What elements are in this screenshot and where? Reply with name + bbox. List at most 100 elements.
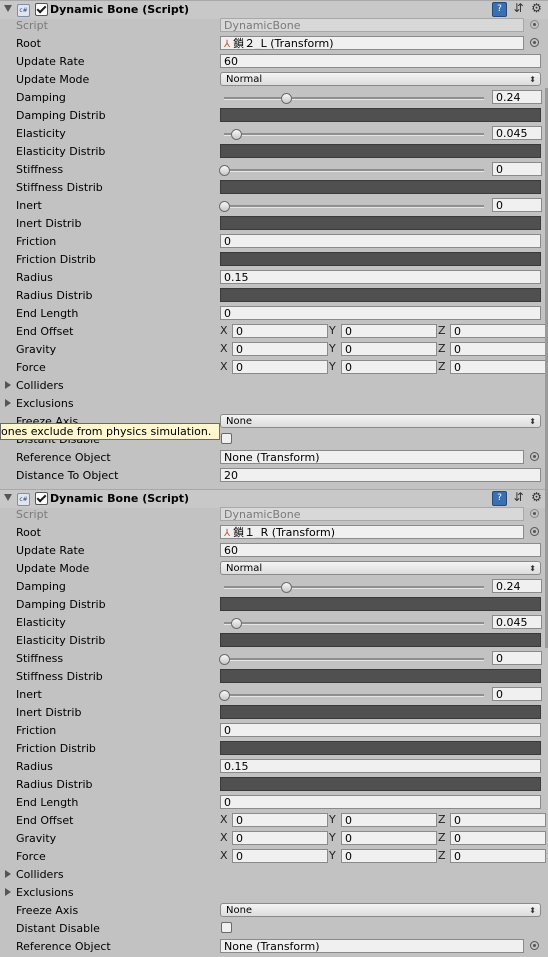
damping-value[interactable]: 0.24: [492, 579, 542, 593]
damping-distrib-row: Damping Distrib: [0, 107, 548, 125]
inert-distrib-curve[interactable]: [220, 216, 541, 230]
distance-to-object-field[interactable]: 20: [220, 468, 541, 482]
slider-thumb[interactable]: [281, 582, 293, 593]
stiffness-value[interactable]: 0: [492, 651, 542, 665]
radius-distrib-curve[interactable]: [220, 777, 541, 791]
inert-slider[interactable]: [219, 197, 486, 215]
exclusions-foldout[interactable]: Exclusions: [5, 397, 74, 410]
update-mode-dropdown[interactable]: Normal ⬍: [220, 72, 541, 86]
elasticity-distrib-curve[interactable]: [220, 633, 541, 647]
preset-icon[interactable]: ⇵: [512, 491, 525, 504]
elasticity-slider[interactable]: [222, 125, 486, 143]
x-value: 0: [232, 324, 328, 338]
transform-icon: ⅄: [224, 39, 231, 50]
elasticity-slider[interactable]: [222, 614, 486, 632]
damping-slider[interactable]: [222, 89, 486, 107]
z-axis-label: Z: [438, 360, 446, 373]
distant-disable-checkbox[interactable]: [221, 433, 232, 444]
elasticity-value[interactable]: 0.045: [492, 615, 542, 629]
reference-object-row: Reference Object None (Transform): [0, 449, 548, 467]
reference-object-field[interactable]: None (Transform): [220, 450, 524, 464]
object-picker-icon[interactable]: [530, 452, 539, 461]
damping-value[interactable]: 0.24: [492, 90, 542, 104]
elasticity-distrib-curve[interactable]: [220, 144, 541, 158]
reference-object-row: Reference Object None (Transform): [0, 938, 548, 956]
help-book-icon[interactable]: ?: [492, 2, 507, 17]
stiffness-slider[interactable]: [219, 650, 486, 668]
help-book-icon[interactable]: ?: [492, 491, 507, 506]
inert-value[interactable]: 0: [492, 687, 542, 701]
slider-thumb[interactable]: [230, 129, 242, 140]
slider-thumb[interactable]: [219, 690, 230, 701]
slider-thumb[interactable]: [219, 165, 230, 176]
inert-row: Inert 0: [0, 197, 548, 215]
freeze-axis-dropdown[interactable]: None ⬍: [220, 903, 541, 917]
script-value: DynamicBone: [224, 508, 301, 521]
exclusions-row[interactable]: Exclusions: [0, 395, 548, 413]
exclusions-row[interactable]: Exclusions: [0, 884, 548, 902]
z-value: 0: [450, 831, 546, 845]
inert-label: Inert: [16, 688, 42, 701]
end-length-field[interactable]: 0: [220, 306, 541, 320]
slider-thumb[interactable]: [281, 93, 293, 104]
colliders-row[interactable]: Colliders: [0, 866, 548, 884]
enabled-checkbox[interactable]: [35, 492, 48, 505]
update-rate-field[interactable]: 60: [220, 54, 541, 68]
friction-field[interactable]: 0: [220, 234, 541, 248]
damping-distrib-curve[interactable]: [220, 597, 541, 611]
radius-field[interactable]: 0.15: [220, 759, 541, 773]
z-axis-label: Z: [438, 831, 446, 844]
foldout-arrow-icon[interactable]: [4, 5, 12, 12]
root-field[interactable]: ⅄ 鎖２_L (Transform): [220, 36, 524, 50]
damping-distrib-curve[interactable]: [220, 108, 541, 122]
script-field: DynamicBone: [220, 507, 524, 521]
colliders-foldout[interactable]: Colliders: [5, 379, 64, 392]
y-axis-label: Y: [329, 360, 336, 373]
y-value: 0: [341, 360, 437, 374]
inert-distrib-curve[interactable]: [220, 705, 541, 719]
damping-slider[interactable]: [222, 578, 486, 596]
slider-thumb[interactable]: [230, 618, 242, 629]
stiffness-value[interactable]: 0: [492, 162, 542, 176]
stiffness-slider[interactable]: [219, 161, 486, 179]
radius-distrib-curve[interactable]: [220, 288, 541, 302]
radius-field[interactable]: 0.15: [220, 270, 541, 284]
elasticity-row: Elasticity 0.045: [0, 614, 548, 632]
gear-icon[interactable]: ⚙: [530, 491, 543, 504]
slider-thumb[interactable]: [219, 654, 230, 665]
preset-icon[interactable]: ⇵: [512, 2, 525, 15]
slider-thumb[interactable]: [219, 201, 230, 212]
foldout-arrow-icon[interactable]: [4, 494, 12, 501]
elasticity-value[interactable]: 0.045: [492, 126, 542, 140]
colliders-row[interactable]: Colliders: [0, 377, 548, 395]
gear-icon[interactable]: ⚙: [530, 2, 543, 15]
radius-distrib-row: Radius Distrib: [0, 287, 548, 305]
gravity-label: Gravity: [16, 343, 57, 356]
inert-slider[interactable]: [219, 686, 486, 704]
distant-disable-checkbox[interactable]: [221, 922, 232, 933]
script-row: Script DynamicBone: [0, 17, 548, 35]
exclusions-foldout[interactable]: Exclusions: [5, 886, 74, 899]
update-rate-field[interactable]: 60: [220, 543, 541, 557]
friction-distrib-curve[interactable]: [220, 252, 541, 266]
friction-row: Friction 0: [0, 233, 548, 251]
colliders-foldout[interactable]: Colliders: [5, 868, 64, 881]
reference-object-field[interactable]: None (Transform): [220, 939, 524, 953]
update-mode-label: Update Mode: [16, 562, 90, 575]
object-picker-icon[interactable]: [530, 38, 539, 47]
force-label: Force: [16, 361, 46, 374]
component-title: Dynamic Bone (Script): [50, 492, 190, 505]
inert-value[interactable]: 0: [492, 198, 542, 212]
update-mode-dropdown[interactable]: Normal ⬍: [220, 561, 541, 575]
object-picker-icon[interactable]: [530, 941, 539, 950]
stiffness-distrib-curve[interactable]: [220, 180, 541, 194]
freeze-axis-dropdown[interactable]: None ⬍: [220, 414, 541, 428]
enabled-checkbox[interactable]: [35, 3, 48, 16]
object-picker-icon[interactable]: [530, 527, 539, 536]
end-length-field[interactable]: 0: [220, 795, 541, 809]
root-field[interactable]: ⅄ 鎖１_R (Transform): [220, 525, 524, 539]
stiffness-distrib-curve[interactable]: [220, 669, 541, 683]
y-value: 0: [341, 831, 437, 845]
friction-distrib-curve[interactable]: [220, 741, 541, 755]
friction-field[interactable]: 0: [220, 723, 541, 737]
